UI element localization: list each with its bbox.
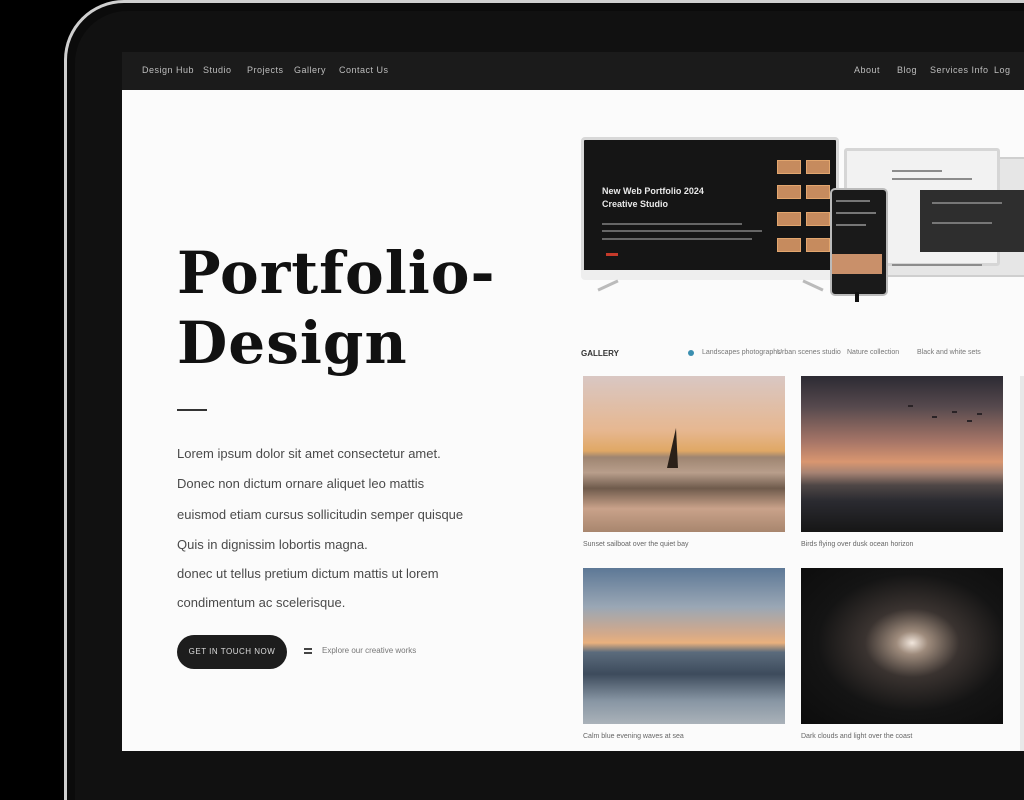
nav-item-studio[interactable]: Studio [203, 65, 232, 75]
nav-item-about[interactable]: About [854, 65, 880, 75]
mockup-phone [830, 188, 888, 296]
mockup-text-line [602, 238, 752, 240]
mockup-thumbnail [777, 160, 801, 174]
gallery-caption: Birds flying over dusk ocean horizon [801, 541, 914, 548]
mockup-thumbnail [777, 238, 801, 252]
mockup-thumbnail [806, 212, 830, 226]
mockup-text-line [932, 202, 1002, 204]
bird-shape [967, 420, 972, 422]
nav-item-gallery[interactable]: Gallery [294, 65, 326, 75]
bird-shape [932, 416, 937, 418]
nav-item-log[interactable]: Log [994, 65, 1011, 75]
mockup-accent-bar [606, 253, 618, 256]
mockup-headline: New Web Portfolio 2024 Creative Studio [602, 185, 704, 211]
nav-item-contact[interactable]: Contact Us [339, 65, 389, 75]
next-column-edge [1020, 376, 1024, 751]
mockup-thumbnail [806, 238, 830, 252]
hero-body-line: euismod etiam cursus sollicitudin semper… [177, 507, 464, 522]
hero-body-line: donec ut tellus pretium dictum mattis ut… [177, 566, 439, 581]
menu-icon [304, 647, 312, 654]
mockup-text-line [932, 222, 992, 224]
hero-body-line: condimentum ac scelerisque. [177, 595, 346, 610]
nav-item-blog[interactable]: Blog [897, 65, 917, 75]
gallery-nav-landscapes[interactable]: Landscapes photographs [702, 349, 781, 356]
mockup-thumbnail [777, 185, 801, 199]
gallery-photo-waves[interactable] [583, 568, 785, 724]
top-navigation: Design Hub Studio Projects Gallery Conta… [122, 52, 1024, 90]
gallery-photo-birds[interactable] [801, 376, 1003, 532]
mockup-tablet-dark-panel [920, 190, 1024, 252]
gallery-title: GALLERY [581, 349, 619, 358]
mockup-thumbnail [806, 185, 830, 199]
mockup-text-line [836, 212, 876, 214]
hero-divider [177, 409, 207, 411]
hero-body-line: Donec non dictum ornare aliquet leo matt… [177, 476, 425, 491]
bird-shape [908, 405, 913, 407]
gallery-dot-icon [688, 350, 694, 356]
gallery-caption: Dark clouds and light over the coast [801, 733, 913, 740]
bird-shape [977, 413, 982, 415]
gallery-photo-sailboat[interactable] [583, 376, 785, 532]
hero-body-line: Lorem ipsum dolor sit amet consectetur a… [177, 446, 441, 461]
mockup-text-line [836, 200, 870, 202]
mockup-text-line [892, 264, 982, 266]
nav-item-design-hub[interactable]: Design Hub [142, 65, 194, 75]
explore-link[interactable]: Explore our creative works [304, 646, 416, 655]
gallery-nav-nature[interactable]: Nature collection [847, 349, 899, 356]
bird-shape [952, 411, 957, 413]
mockup-text-line [892, 170, 942, 172]
mockup-monitor-base [581, 270, 839, 280]
nav-item-projects[interactable]: Projects [247, 65, 284, 75]
hero-title-line1: Portfolio- [177, 239, 496, 307]
mockup-text-line [892, 178, 972, 180]
mockup-headline-line2: Creative Studio [602, 199, 669, 209]
gallery-photo-dark-coast[interactable] [801, 568, 1003, 724]
mockup-phone-image [832, 254, 882, 274]
explore-link-label: Explore our creative works [322, 646, 417, 655]
mockup-thumbnail [806, 160, 830, 174]
mockup-headline-line1: New Web Portfolio 2024 [602, 186, 704, 196]
gallery-caption: Calm blue evening waves at sea [583, 733, 684, 740]
hero-body-line: Quis in dignissim lobortis magna. [177, 537, 368, 552]
gallery-nav-urban[interactable]: Urban scenes studio [777, 349, 841, 356]
mockup-thumbnail [777, 212, 801, 226]
mockup-text-line [836, 224, 866, 226]
mockup-text-line [602, 223, 742, 225]
laptop-screen: Design Hub Studio Projects Gallery Conta… [122, 52, 1024, 751]
gallery-caption: Sunset sailboat over the quiet bay [583, 541, 689, 548]
hero-title: Portfolio- Design [177, 238, 496, 378]
hero-title-line2: Design [177, 309, 408, 377]
mockup-phone-stand [855, 292, 859, 302]
mockup-monitor-stand [802, 279, 824, 292]
nav-item-services[interactable]: Services Info [930, 65, 989, 75]
get-in-touch-button[interactable]: GET IN TOUCH NOW [177, 635, 287, 669]
mockup-text-line [602, 230, 762, 232]
sailboat-shape [667, 428, 678, 468]
mockup-monitor-stand [597, 279, 619, 292]
gallery-nav-bw[interactable]: Black and white sets [917, 349, 981, 356]
